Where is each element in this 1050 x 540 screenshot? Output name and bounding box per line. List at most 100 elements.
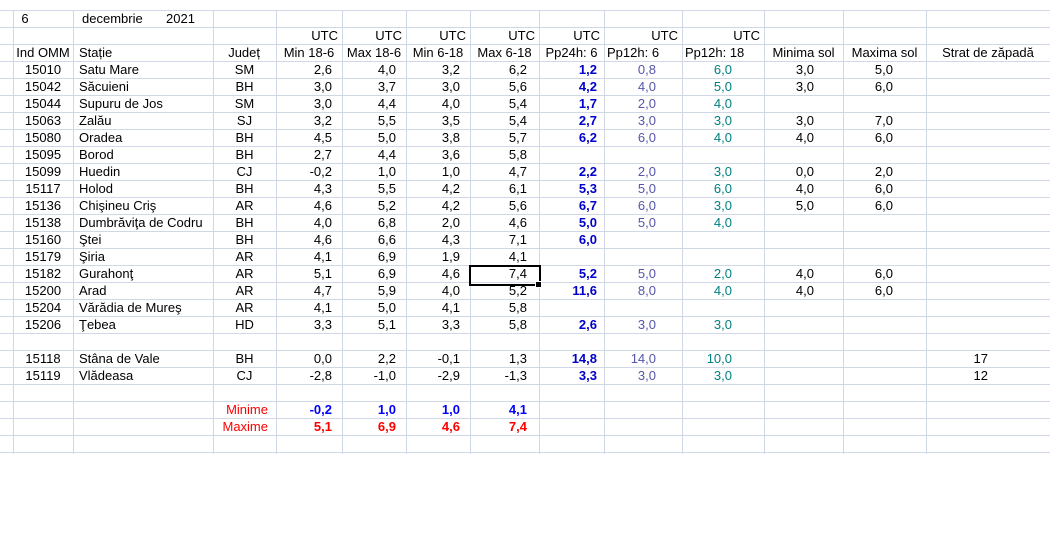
cell-id[interactable]: 15179 <box>13 248 73 265</box>
cell-min186[interactable]: 4,1 <box>276 248 332 265</box>
cell-pp12b[interactable] <box>682 299 732 316</box>
cell-max618[interactable]: 5,8 <box>470 299 527 316</box>
cell-max618[interactable]: 6,2 <box>470 61 527 78</box>
cell-maxsol[interactable]: 6,0 <box>843 197 893 214</box>
cell-min618[interactable]: -0,1 <box>406 350 460 367</box>
cell-maxsol[interactable] <box>843 333 893 350</box>
cell-county[interactable]: BH <box>213 78 276 95</box>
cell-minsol[interactable]: 3,0 <box>764 112 814 129</box>
cell-county[interactable]: BH <box>213 231 276 248</box>
cell-max186[interactable]: 6,9 <box>342 265 396 282</box>
cell-id[interactable]: 15136 <box>13 197 73 214</box>
cell-minsol[interactable] <box>764 316 814 333</box>
cell-min618[interactable]: 1,0 <box>406 163 460 180</box>
cell-id[interactable]: 15080 <box>13 129 73 146</box>
cell-snow[interactable] <box>926 146 988 163</box>
cell-pp24[interactable]: 1,7 <box>539 95 597 112</box>
cell-pp12b[interactable]: 3,0 <box>682 367 732 384</box>
cell-maxsol[interactable] <box>843 95 893 112</box>
cell-max186[interactable]: 4,0 <box>342 61 396 78</box>
cell-county[interactable]: AR <box>213 197 276 214</box>
cell-pp12a[interactable]: 6,0 <box>604 129 656 146</box>
cell-min186[interactable]: 4,1 <box>276 299 332 316</box>
column-header[interactable]: Județ <box>213 44 260 61</box>
cell-utc-label[interactable]: UTC <box>539 27 600 44</box>
cell-pp24[interactable]: 5,3 <box>539 180 597 197</box>
cell-min186[interactable]: 3,0 <box>276 78 332 95</box>
cell-min186[interactable]: 4,0 <box>276 214 332 231</box>
cell-id[interactable]: 15117 <box>13 180 73 197</box>
cell-name[interactable]: Vlădeasa <box>79 367 213 384</box>
cell-snow[interactable] <box>926 299 988 316</box>
cell-max618[interactable]: 4,1 <box>470 248 527 265</box>
cell-min186[interactable]: 4,6 <box>276 231 332 248</box>
cell-pp12a[interactable] <box>604 333 656 350</box>
cell-month[interactable]: decembrie <box>82 10 152 27</box>
cell-minsol[interactable]: 4,0 <box>764 180 814 197</box>
cell-min186[interactable]: 3,3 <box>276 316 332 333</box>
cell-pp24[interactable]: 3,3 <box>539 367 597 384</box>
cell-snow[interactable] <box>926 197 988 214</box>
summary-min-label[interactable]: Minime <box>213 401 268 418</box>
cell-pp12a[interactable]: 5,0 <box>604 265 656 282</box>
column-header[interactable]: Max 6-18 <box>470 44 539 61</box>
cell-min618[interactable]: 3,3 <box>406 316 460 333</box>
cell-minsol[interactable] <box>764 146 814 163</box>
cell-pp12b[interactable]: 5,0 <box>682 78 732 95</box>
column-header[interactable]: Ind OMM <box>13 44 73 61</box>
cell-name[interactable]: Holod <box>79 180 213 197</box>
cell-max618[interactable]: -1,3 <box>470 367 527 384</box>
cell-pp24[interactable]: 4,2 <box>539 78 597 95</box>
cell-pp24[interactable]: 6,2 <box>539 129 597 146</box>
cell-name[interactable]: Arad <box>79 282 213 299</box>
summary-maxime-value[interactable]: 7,4 <box>470 418 527 435</box>
cell-county[interactable]: CJ <box>213 367 276 384</box>
summary-minime-value[interactable]: 4,1 <box>470 401 527 418</box>
cell-id[interactable]: 15206 <box>13 316 73 333</box>
active-cell-selection[interactable] <box>469 265 541 286</box>
cell-min186[interactable] <box>276 333 332 350</box>
cell-maxsol[interactable] <box>843 367 893 384</box>
cell-min618[interactable]: 3,5 <box>406 112 460 129</box>
cell-pp24[interactable]: 1,2 <box>539 61 597 78</box>
cell-minsol[interactable] <box>764 231 814 248</box>
cell-min186[interactable]: -0,2 <box>276 163 332 180</box>
cell-county[interactable]: AR <box>213 299 276 316</box>
cell-pp24[interactable]: 11,6 <box>539 282 597 299</box>
cell-minsol[interactable]: 5,0 <box>764 197 814 214</box>
cell-maxsol[interactable]: 2,0 <box>843 163 893 180</box>
cell-utc-label[interactable]: UTC <box>276 27 338 44</box>
cell-county[interactable]: SM <box>213 95 276 112</box>
cell-maxsol[interactable] <box>843 214 893 231</box>
cell-pp24[interactable]: 2,6 <box>539 316 597 333</box>
cell-maxsol[interactable]: 6,0 <box>843 265 893 282</box>
cell-min186[interactable]: 3,2 <box>276 112 332 129</box>
cell-pp12a[interactable]: 3,0 <box>604 316 656 333</box>
cell-min618[interactable]: 3,6 <box>406 146 460 163</box>
cell-pp12a[interactable]: 2,0 <box>604 163 656 180</box>
cell-county[interactable]: HD <box>213 316 276 333</box>
cell-max186[interactable]: 6,9 <box>342 248 396 265</box>
cell-minsol[interactable] <box>764 214 814 231</box>
cell-pp12b[interactable]: 2,0 <box>682 265 732 282</box>
cell-maxsol[interactable] <box>843 146 893 163</box>
cell-snow[interactable] <box>926 180 988 197</box>
cell-name[interactable]: Dumbrăviţa de Codru <box>79 214 213 231</box>
cell-name[interactable]: Săcuieni <box>79 78 213 95</box>
cell-max618[interactable]: 7,1 <box>470 231 527 248</box>
cell-pp12b[interactable] <box>682 231 732 248</box>
cell-max186[interactable]: 6,6 <box>342 231 396 248</box>
cell-max618[interactable] <box>470 333 527 350</box>
cell-min186[interactable]: 3,0 <box>276 95 332 112</box>
cell-snow[interactable] <box>926 163 988 180</box>
cell-pp12a[interactable]: 5,0 <box>604 180 656 197</box>
cell-id[interactable]: 15204 <box>13 299 73 316</box>
cell-max186[interactable] <box>342 333 396 350</box>
cell-snow[interactable] <box>926 112 988 129</box>
cell-max186[interactable]: 5,5 <box>342 180 396 197</box>
cell-snow[interactable] <box>926 78 988 95</box>
cell-pp12a[interactable]: 14,0 <box>604 350 656 367</box>
cell-id[interactable]: 15200 <box>13 282 73 299</box>
cell-pp12b[interactable]: 3,0 <box>682 316 732 333</box>
cell-minsol[interactable]: 4,0 <box>764 129 814 146</box>
